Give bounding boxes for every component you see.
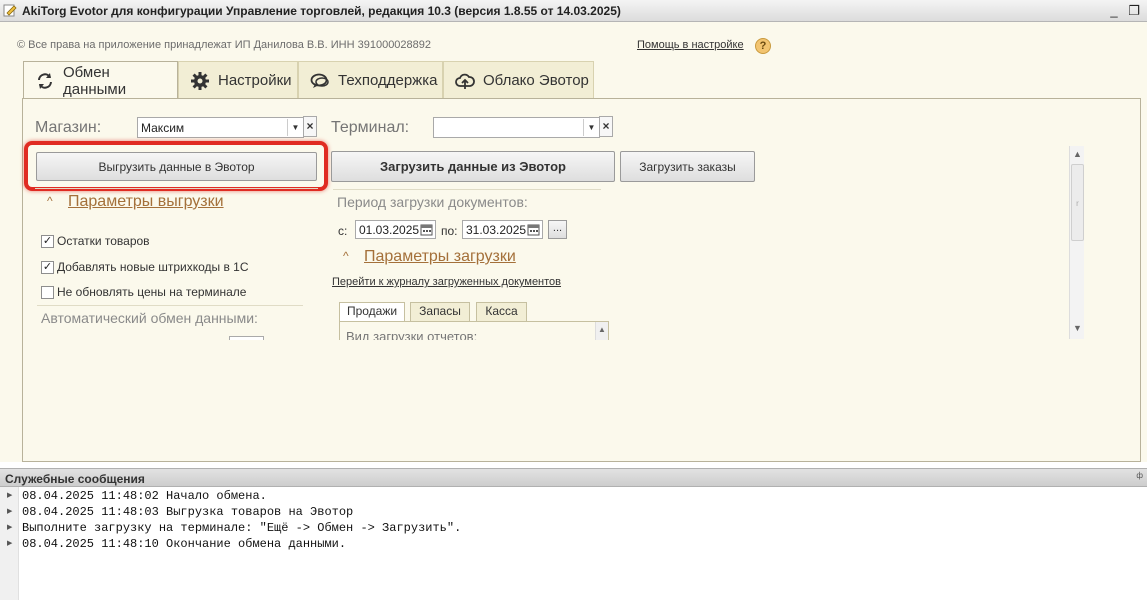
panel-scrollbar[interactable]: ▲ r ▼ [1069,146,1084,339]
calendar-icon[interactable] [419,222,434,237]
subtab-stock[interactable]: Запасы [410,302,470,321]
terminal-select[interactable]: ▼ [433,117,600,138]
chevron-down-icon[interactable]: ▼ [287,119,303,136]
minimize-button[interactable]: _ [1106,3,1122,19]
list-item[interactable]: ▶ 08.04.2025 11:48:03 Выгрузка товаров н… [0,504,1147,520]
close-icon[interactable]: × [599,116,613,137]
tab-label: Техподдержка [338,72,438,89]
copyright-text: © Все права на приложение принадлежат ИП… [17,39,432,51]
divider [37,305,303,306]
sales-subpanel: Вид загрузки отчетов: ▲ [339,321,609,340]
expand-arrow-icon: ▶ [7,508,13,515]
download-from-evotor-button[interactable]: Загрузить данные из Эвотор [331,151,615,182]
message-text: Выполните загрузку на терминале: "Ещё ->… [22,521,462,535]
report-type-label: Вид загрузки отчетов: [346,329,478,340]
subtab-cash[interactable]: Касса [476,302,527,321]
shop-label: Магазин: [35,119,102,136]
app-icon [3,4,17,17]
scroll-up-icon[interactable]: ▲ [1071,147,1084,162]
window-titlebar: AkiTorg Evotor для конфигурации Управлен… [0,0,1147,22]
expand-arrow-icon: ▶ [7,492,13,499]
message-text: 08.04.2025 11:48:03 Выгрузка товаров на … [22,505,354,519]
checkbox-box[interactable] [41,285,54,299]
load-orders-button[interactable]: Загрузить заказы [620,151,755,182]
checkbox-label: Не обновлять цены на терминале [57,285,247,299]
scroll-up-icon[interactable]: ▲ [595,322,608,340]
chevron-down-icon[interactable]: ▼ [583,119,599,136]
period-from-label: с: [338,224,348,238]
list-item[interactable]: ▶ 08.04.2025 11:48:02 Начало обмена. [0,488,1147,504]
tab-cloud[interactable]: Облако Эвотор [443,61,594,99]
collapse-caret-icon[interactable]: ^ [343,249,349,263]
shop-clear-wrap: × [303,116,319,138]
tab-exchange[interactable]: Обмен данными [23,61,178,100]
export-params-title[interactable]: Параметры выгрузки [68,193,224,211]
messages-title: Служебные сообщения [5,472,145,486]
checkbox-no-price-update[interactable]: Не обновлять цены на терминале [41,285,246,299]
period-label: Период загрузки документов: [337,194,528,210]
list-item[interactable]: ▶ Выполните загрузку на терминале: "Ещё … [0,520,1147,536]
message-text: 08.04.2025 11:48:10 Окончание обмена дан… [22,537,347,551]
checkbox-barcodes[interactable]: ✓ Добавлять новые штрихкоды в 1С [41,260,249,274]
panel-clip [23,340,1073,440]
tab-label: Облако Эвотор [483,72,589,89]
highlight-frame [24,141,328,191]
help-link[interactable]: Помощь в настройке [637,39,744,51]
message-text: 08.04.2025 11:48:02 Начало обмена. [22,489,267,503]
subtab-sales[interactable]: Продажи [339,302,405,322]
collapse-caret-icon[interactable]: ^ [47,194,53,208]
expand-arrow-icon: ▶ [7,540,13,547]
period-to-label: по: [441,224,458,238]
calendar-icon[interactable] [526,222,541,237]
journal-link[interactable]: Перейти к журналу загруженных документов [332,276,561,288]
scroll-down-icon[interactable]: ▼ [1071,321,1084,336]
date-value: 01.03.2025 [359,223,420,237]
shop-value: Максим [141,121,185,135]
chat-icon [310,73,329,88]
checkbox-label: Остатки товаров [57,234,150,248]
shop-select[interactable]: Максим ▼ [137,117,304,138]
tab-settings[interactable]: Настройки [178,61,298,99]
checkbox-box[interactable]: ✓ [41,234,54,248]
tab-support[interactable]: Техподдержка [298,61,443,99]
tab-label: Настройки [218,72,292,89]
terminal-clear-wrap: × [599,116,615,138]
sync-icon [37,73,52,89]
window-title: AkiTorg Evotor для конфигурации Управлен… [22,4,621,18]
pin-icon[interactable]: ф [1136,471,1143,480]
divider [333,189,601,190]
list-item[interactable]: ▶ 08.04.2025 11:48:10 Окончание обмена д… [0,536,1147,552]
import-params-title[interactable]: Параметры загрузки [364,248,516,266]
restore-button[interactable]: ❐ [1126,3,1142,19]
tab-label: Обмен данными [62,64,127,98]
help-icon[interactable]: ? [755,38,771,54]
scroll-thumb[interactable]: r [1071,164,1084,241]
period-from-field[interactable]: 01.03.2025 [355,220,436,239]
auto-exchange-label: Автоматический обмен данными: [41,310,258,326]
terminal-label: Терминал: [331,119,410,136]
cloud-upload-icon [455,73,475,89]
checkbox-stock[interactable]: ✓ Остатки товаров [41,234,150,248]
gear-icon [191,71,209,90]
checkbox-box[interactable]: ✓ [41,260,54,274]
messages-header: Служебные сообщения ф [0,468,1147,487]
period-select-button[interactable]: ... [548,220,567,239]
close-icon[interactable]: × [303,116,317,137]
expand-arrow-icon: ▶ [7,524,13,531]
checkbox-label: Добавлять новые штрихкоды в 1С [57,260,249,274]
date-value: 31.03.2025 [466,223,527,237]
messages-list: ▶ 08.04.2025 11:48:02 Начало обмена. ▶ 0… [0,487,1147,600]
divider [35,188,318,189]
period-to-field[interactable]: 31.03.2025 [462,220,543,239]
